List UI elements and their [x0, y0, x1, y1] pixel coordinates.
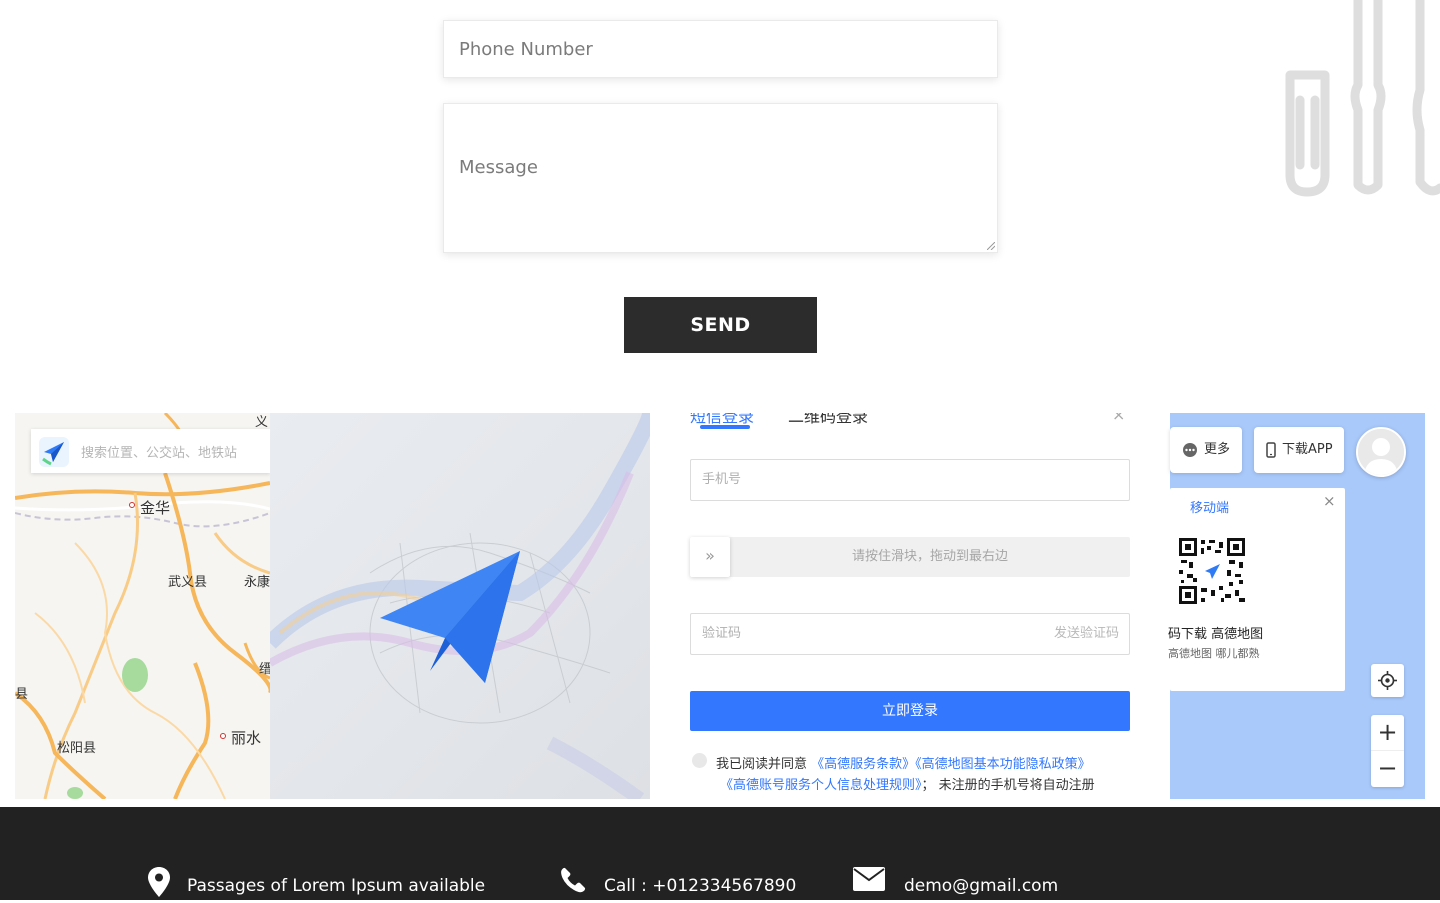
city-marker-icon	[129, 502, 135, 508]
map-label-lishui: 丽水	[231, 729, 262, 747]
user-avatar-icon	[1358, 429, 1404, 475]
send-code-link[interactable]: 发送验证码	[1054, 614, 1119, 654]
phone-icon	[561, 867, 586, 893]
map-label-songyang: 松阳县	[57, 741, 97, 756]
location-pin-icon	[148, 867, 170, 897]
more-button[interactable]: 更多	[1170, 427, 1242, 473]
slider-handle[interactable]: »	[690, 537, 730, 577]
login-button[interactable]: 立即登录	[690, 691, 1130, 731]
close-icon[interactable]: ×	[1112, 413, 1125, 424]
footer-address-text: Passages of Lorem Ipsum available	[187, 876, 486, 896]
locate-button[interactable]	[1371, 664, 1404, 697]
download-app-label: 下载APP	[1282, 442, 1333, 457]
map-label-jinhua: 金华	[140, 499, 171, 517]
qr-subtitle: 高德地图 哪儿都熟	[1168, 647, 1260, 660]
captcha-slider[interactable]: » 请按住滑块，拖动到最右边	[690, 537, 1130, 577]
map-label-yongkang: 永康	[244, 575, 271, 590]
active-tab-indicator	[700, 425, 750, 429]
send-button[interactable]: SEND	[624, 297, 817, 353]
agree-checkbox[interactable]	[692, 753, 707, 768]
phone-number-input[interactable]: Phone Number	[443, 20, 998, 78]
login-phone-input[interactable]: 手机号	[690, 459, 1130, 501]
footer-email-text[interactable]: demo@gmail.com	[904, 876, 1058, 896]
resize-grip-icon[interactable]	[987, 242, 995, 250]
avatar[interactable]	[1356, 427, 1406, 477]
locate-icon	[1378, 671, 1397, 690]
message-placeholder: Message	[459, 157, 538, 178]
map-label-yi: 义	[255, 415, 269, 430]
city-marker-icon	[220, 733, 226, 739]
agreement-text-2: 《高德账号服务个人信息处理规则》； 未注册的手机号将自动注册	[720, 774, 1095, 793]
footer: Passages of Lorem Ipsum available Call :…	[0, 807, 1440, 900]
qr-title: 码下载 高德地图	[1168, 627, 1264, 642]
message-textarea[interactable]: Message	[443, 103, 998, 253]
terms-link[interactable]: 《高德服务条款》	[811, 757, 915, 772]
amap-logo-icon	[39, 437, 69, 467]
close-icon[interactable]: ×	[1323, 492, 1336, 510]
verification-code-input[interactable]: 验证码 发送验证码	[690, 613, 1130, 655]
kitchen-tools-decoration-icon	[1285, 0, 1440, 197]
qr-code-icon	[1179, 538, 1245, 604]
account-rules-link[interactable]: 《高德账号服务个人信息处理规则》	[720, 778, 922, 793]
zoom-in-button[interactable]: +	[1371, 715, 1404, 751]
tab-qr-login[interactable]: 二维码登录	[788, 413, 868, 427]
code-placeholder: 验证码	[702, 626, 742, 641]
login-panel: 短信登录 二维码登录 × 手机号 » 请按住滑块，拖动到最右边 验证码 发送验证…	[650, 413, 1170, 799]
map-search-placeholder: 搜索位置、公交站、地铁站	[81, 446, 238, 461]
amap-splash-image	[270, 413, 650, 799]
zoom-out-button[interactable]: −	[1371, 751, 1404, 787]
agreement-text: 我已阅读并同意 《高德服务条款》《高德地图基本功能隐私政策》	[716, 753, 1091, 772]
map-embed[interactable]: 金华 武义县 永康 缙 丽水 松阳县 县 义 搜索位置、公交站、地铁站 短信登录…	[15, 413, 1425, 799]
qr-tab-mobile[interactable]: 移动端	[1190, 497, 1229, 516]
slider-hint: 请按住滑块，拖动到最右边	[851, 549, 1008, 564]
download-app-button[interactable]: 下载APP	[1254, 427, 1344, 473]
paper-plane-illustration	[270, 413, 650, 799]
qr-download-card: 移动端 × 码下载 高德地图 高德地图 哪儿都熟	[1168, 488, 1345, 691]
agree-suffix: ； 未注册的手机号将自动注册	[921, 778, 1095, 793]
map-area-right[interactable]: 更多 下载APP 移动端 × 码下载 高德地图 高德地图 哪儿都熟 + −	[1168, 413, 1425, 799]
privacy-link[interactable]: 《高德地图基本功能隐私政策》	[915, 757, 1091, 772]
map-area-left[interactable]: 金华 武义县 永康 缙 丽水 松阳县 县 义 搜索位置、公交站、地铁站	[15, 413, 272, 799]
map-search-box[interactable]: 搜索位置、公交站、地铁站	[31, 429, 270, 473]
mail-icon	[853, 867, 885, 891]
phone-icon	[1266, 441, 1276, 458]
zoom-control: + −	[1371, 715, 1404, 787]
map-label-xian: 县	[15, 687, 29, 702]
footer-phone-text: Call : +012334567890	[604, 876, 797, 896]
more-label: 更多	[1204, 442, 1231, 457]
map-label-wuyi: 武义县	[168, 575, 208, 590]
more-dots-icon	[1183, 442, 1197, 457]
agree-prefix: 我已阅读并同意	[716, 757, 808, 772]
